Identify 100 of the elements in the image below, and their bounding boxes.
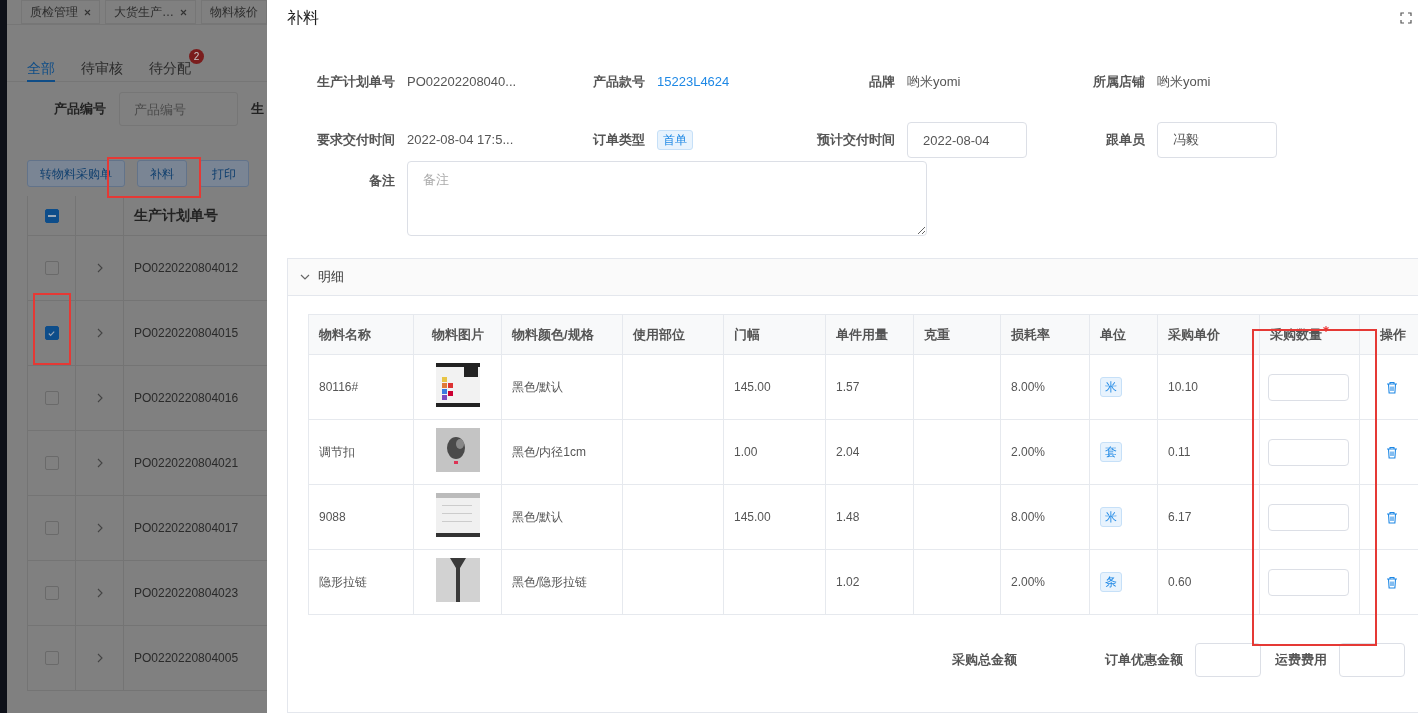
table-cell: 2.00% (1011, 445, 1046, 459)
column-header: 物料颜色/规格 (512, 325, 594, 344)
table-cell: 9088 (319, 510, 346, 524)
table-cell: 10.10 (1168, 380, 1199, 394)
page-tab[interactable]: 物料核价 (201, 0, 267, 24)
count-badge: 2 (189, 49, 204, 64)
chevron-icon[interactable] (96, 523, 103, 533)
column-header: 单件用量 (836, 325, 888, 344)
checkbox[interactable] (44, 326, 59, 340)
table-cell: 6.17 (1168, 510, 1192, 524)
unit-tag: 米 (1100, 507, 1122, 527)
chevron-icon[interactable] (96, 458, 103, 468)
delete-icon[interactable] (1386, 380, 1398, 394)
chevron-icon[interactable] (96, 393, 103, 403)
tab[interactable]: 全部 (27, 58, 55, 82)
delete-icon[interactable] (1386, 445, 1398, 459)
amount-field[interactable] (1339, 643, 1405, 677)
column-header: 门幅 (734, 325, 760, 344)
table-cell: 调节扣 (319, 445, 355, 459)
input-field[interactable]: 冯毅 (1157, 122, 1277, 158)
field-label: 生产计划单号 (316, 73, 395, 92)
close-icon[interactable] (84, 8, 91, 16)
table-cell: 8.00% (1011, 510, 1046, 524)
action-button[interactable]: 打印 (199, 160, 249, 187)
column-header: 使用部位 (633, 325, 685, 344)
field-label: 订单类型 (592, 131, 645, 150)
page-tab[interactable]: 质检管理 (21, 0, 100, 24)
table-cell-text: PO0220220804015 (134, 325, 239, 342)
tab[interactable]: 待审核 (81, 58, 123, 82)
chevron-icon[interactable] (96, 588, 103, 598)
table-cell-text: PO0220220804005 (134, 650, 239, 667)
field-value: 2022-08-04 17:5... (407, 131, 514, 150)
unit-tag: 米 (1100, 377, 1122, 397)
field-label: 品牌 (868, 73, 895, 92)
quantity-field[interactable] (1268, 438, 1349, 466)
field-value: 哟米yomi (907, 73, 961, 92)
style-number-link[interactable]: 15223L4624 (657, 72, 730, 92)
table-cell: 8.00% (1011, 380, 1046, 394)
delete-icon[interactable] (1386, 575, 1398, 589)
table-cell: 2.04 (836, 445, 860, 459)
table-cell: 80116# (319, 380, 359, 394)
input-field[interactable]: 2022-08-04 (907, 122, 1027, 158)
drawer-title: 补料 (287, 8, 319, 28)
quantity-field[interactable] (1268, 503, 1349, 531)
table-cell: 0.60 (1168, 575, 1192, 589)
amount-field[interactable] (1195, 643, 1261, 677)
summary-label: 运费费用 (1275, 651, 1327, 670)
field-label: 所属店铺 (1092, 73, 1145, 92)
table-cell: 145.00 (734, 380, 771, 394)
column-header: 采购单价 (1168, 325, 1220, 344)
chevron-icon[interactable] (96, 328, 103, 338)
unit-tag: 套 (1100, 442, 1122, 462)
table-cell-text: PO0220220804021 (134, 455, 239, 472)
table-cell-text: PO0220220804012 (134, 260, 239, 277)
table-cell: 黑色/默认 (512, 380, 564, 394)
table-cell: 1.00 (734, 445, 758, 459)
field-label: 预计交付时间 (816, 131, 895, 150)
check-icon (47, 328, 56, 338)
quantity-field[interactable] (1268, 568, 1349, 596)
table-cell: 隐形拉链 (319, 575, 367, 589)
filter-label: 生 (251, 100, 264, 119)
table-cell: 1.57 (836, 380, 860, 394)
column-header: 克重 (924, 325, 950, 344)
field-label: 跟单员 (1105, 131, 1145, 150)
summary-label: 订单优惠金额 (1105, 651, 1183, 670)
delete-icon[interactable] (1386, 510, 1398, 524)
details-header[interactable]: 明细 (288, 259, 1418, 296)
table-cell: 黑色/内径1cm (512, 445, 586, 459)
table-cell: 0.11 (1168, 445, 1191, 459)
order-type-tag: 首单 (657, 130, 693, 150)
table-cell-text: PO0220220804017 (134, 520, 239, 537)
column-header: 单位 (1100, 325, 1126, 344)
table-cell-text: PO0220220804023 (134, 585, 239, 602)
tab[interactable]: 待分配 (149, 58, 191, 82)
column-header: 操作 (1380, 325, 1406, 344)
page-tab[interactable]: 大货生产… (105, 0, 196, 24)
table-cell: 2.00% (1011, 575, 1046, 589)
unit-tag: 条 (1100, 572, 1122, 592)
remark-field[interactable]: 备注 (407, 161, 927, 236)
field-label: 要求交付时间 (316, 131, 395, 150)
chevron-icon[interactable] (96, 653, 103, 663)
quantity-field[interactable] (1268, 373, 1349, 401)
column-header: 损耗率 (1011, 325, 1050, 344)
field-value: PO02202208040... (407, 73, 517, 92)
fullscreen-icon[interactable] (1400, 12, 1412, 24)
field-label: 产品款号 (592, 73, 645, 92)
table-cell: 黑色/隐形拉链 (512, 575, 588, 589)
close-icon[interactable] (180, 8, 187, 16)
table-cell-text: PO0220220804016 (134, 390, 239, 407)
action-button[interactable]: 补料 (137, 160, 187, 187)
column-header: 物料图片 (431, 325, 484, 344)
table-cell: 1.48 (836, 510, 860, 524)
column-header: 物料名称 (319, 325, 371, 344)
checkbox[interactable] (44, 208, 59, 223)
field-value: 哟米yomi (1157, 73, 1211, 92)
field-label: 备注 (368, 172, 395, 190)
chevron-icon[interactable] (96, 263, 103, 273)
table-cell: 1.02 (836, 575, 860, 589)
minus-icon (47, 214, 56, 217)
column-header: 生产计划单号 (134, 206, 218, 225)
